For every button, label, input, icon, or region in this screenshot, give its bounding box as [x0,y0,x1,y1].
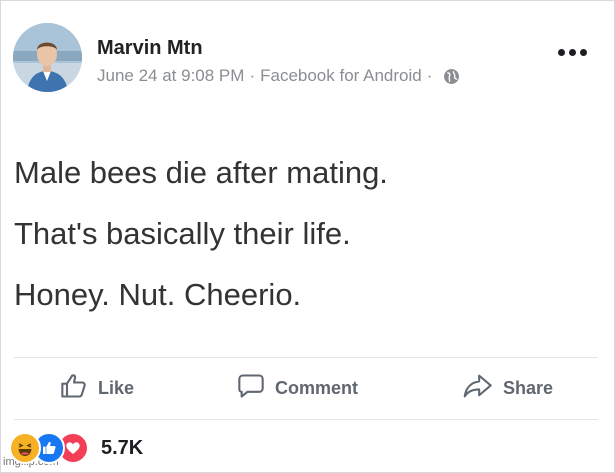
author-name[interactable]: Marvin Mtn [97,37,203,60]
post-line: Honey. Nut. Cheerio. [14,277,302,312]
meta-separator: · [426,66,433,85]
post-line: Male bees die after mating. [14,155,388,190]
post-source: Facebook for Android [260,66,422,85]
comment-icon [237,372,265,405]
post-line: That's basically their life. [14,216,351,251]
dot [558,48,565,56]
comment-label: Comment [275,377,359,398]
post-body: Male bees die after mating. That's basic… [14,142,388,325]
share-icon [463,372,493,405]
divider [14,419,598,420]
globe-icon[interactable] [443,68,460,85]
more-options-icon[interactable] [558,46,598,58]
dot [569,48,576,56]
haha-icon [9,432,41,464]
post-meta: June 24 at 9:08 PM · Facebook for Androi… [97,66,460,86]
avatar[interactable] [13,23,82,92]
share-button[interactable]: Share [463,373,553,403]
thumbs-up-icon [60,372,88,405]
dot [580,48,587,56]
post-timestamp[interactable]: June 24 at 9:08 PM [97,66,244,86]
share-label: Share [503,377,554,398]
like-button[interactable]: Like [60,373,134,403]
meta-separator: · [249,66,256,85]
comment-button[interactable]: Comment [237,373,358,403]
divider [14,357,598,358]
like-label: Like [98,377,135,398]
reaction-count: 5.7K [101,436,144,459]
reaction-summary[interactable]: 5.7K [9,432,143,464]
